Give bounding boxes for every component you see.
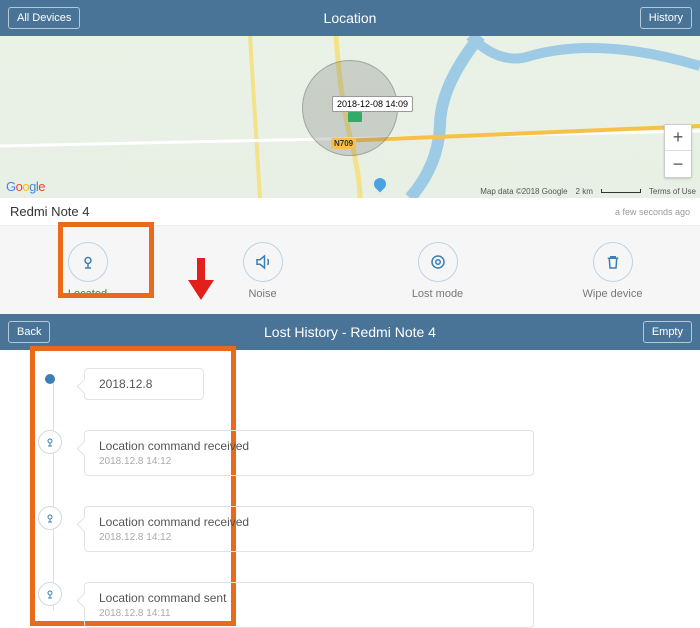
action-wipe[interactable]: Wipe device xyxy=(543,242,683,300)
map-timestamp-label: 2018-12-08 14:09 xyxy=(332,96,413,112)
history-title: Location command received xyxy=(99,439,519,453)
action-lost-mode[interactable]: Lost mode xyxy=(368,242,508,300)
lost-history-title: Lost History - Redmi Note 4 xyxy=(0,324,700,340)
map-attribution: Map data ©2018 Google xyxy=(480,187,567,196)
history-title: Location command received xyxy=(99,515,519,529)
location-header: All Devices Location History xyxy=(0,0,700,36)
history-card[interactable]: Location command received 2018.12.8 14:1… xyxy=(84,506,534,552)
history-time: 2018.12.8 14:12 xyxy=(99,532,519,543)
map-scale-bar xyxy=(601,189,641,193)
map-scale-text: 2 km xyxy=(576,187,593,196)
device-marker-icon xyxy=(348,112,362,122)
zoom-in-button[interactable]: + xyxy=(665,125,691,151)
page-title: Location xyxy=(0,10,700,26)
locate-icon xyxy=(38,582,62,606)
timeline-start-dot xyxy=(45,374,55,384)
history-time: 2018.12.8 14:12 xyxy=(99,456,519,467)
history-entry: Location command received 2018.12.8 14:1… xyxy=(38,506,688,552)
highway-label: N709 xyxy=(331,138,356,149)
history-entry: Location command sent 2018.12.8 14:11 xyxy=(38,582,688,628)
map-terms-link[interactable]: Terms of Use xyxy=(649,187,696,196)
locate-icon xyxy=(38,430,62,454)
history-entry: 2018.12.8 xyxy=(38,368,688,400)
action-wipe-label: Wipe device xyxy=(543,288,683,300)
locate-icon xyxy=(68,242,108,282)
zoom-controls: + − xyxy=(664,124,692,178)
history-button[interactable]: History xyxy=(640,7,692,29)
history-card[interactable]: Location command received 2018.12.8 14:1… xyxy=(84,430,534,476)
noise-icon xyxy=(243,242,283,282)
empty-button[interactable]: Empty xyxy=(643,321,692,343)
lost-history-header: Back Lost History - Redmi Note 4 Empty xyxy=(0,314,700,350)
action-located-label: Located xyxy=(18,288,158,300)
annotation-arrow-icon xyxy=(188,258,214,302)
device-actions: Located Noise Lost mode Wipe device xyxy=(0,226,700,314)
history-entry: Location command received 2018.12.8 14:1… xyxy=(38,430,688,476)
back-button[interactable]: Back xyxy=(8,321,50,343)
action-lost-label: Lost mode xyxy=(368,288,508,300)
locate-icon xyxy=(38,506,62,530)
history-card[interactable]: Location command sent 2018.12.8 14:11 xyxy=(84,582,534,628)
history-title: Location command sent xyxy=(99,591,519,605)
zoom-out-button[interactable]: − xyxy=(665,151,691,177)
lost-history-list: 2018.12.8 Location command received 2018… xyxy=(0,350,700,610)
map-area[interactable]: 2018-12-08 14:09 N709 Google + − Map dat… xyxy=(0,36,700,198)
all-devices-button[interactable]: All Devices xyxy=(8,7,80,29)
timeline-rail xyxy=(53,378,54,610)
map-footer: Map data ©2018 Google 2 km Terms of Use xyxy=(480,187,696,196)
history-date-card[interactable]: 2018.12.8 xyxy=(84,368,204,400)
action-located[interactable]: Located xyxy=(18,242,158,300)
history-date-text: 2018.12.8 xyxy=(99,377,189,391)
google-logo: Google xyxy=(6,179,45,194)
device-bar: Redmi Note 4 a few seconds ago xyxy=(0,198,700,226)
wipe-icon xyxy=(593,242,633,282)
device-name: Redmi Note 4 xyxy=(10,204,89,219)
lost-mode-icon xyxy=(418,242,458,282)
device-updated-ago: a few seconds ago xyxy=(615,207,690,217)
